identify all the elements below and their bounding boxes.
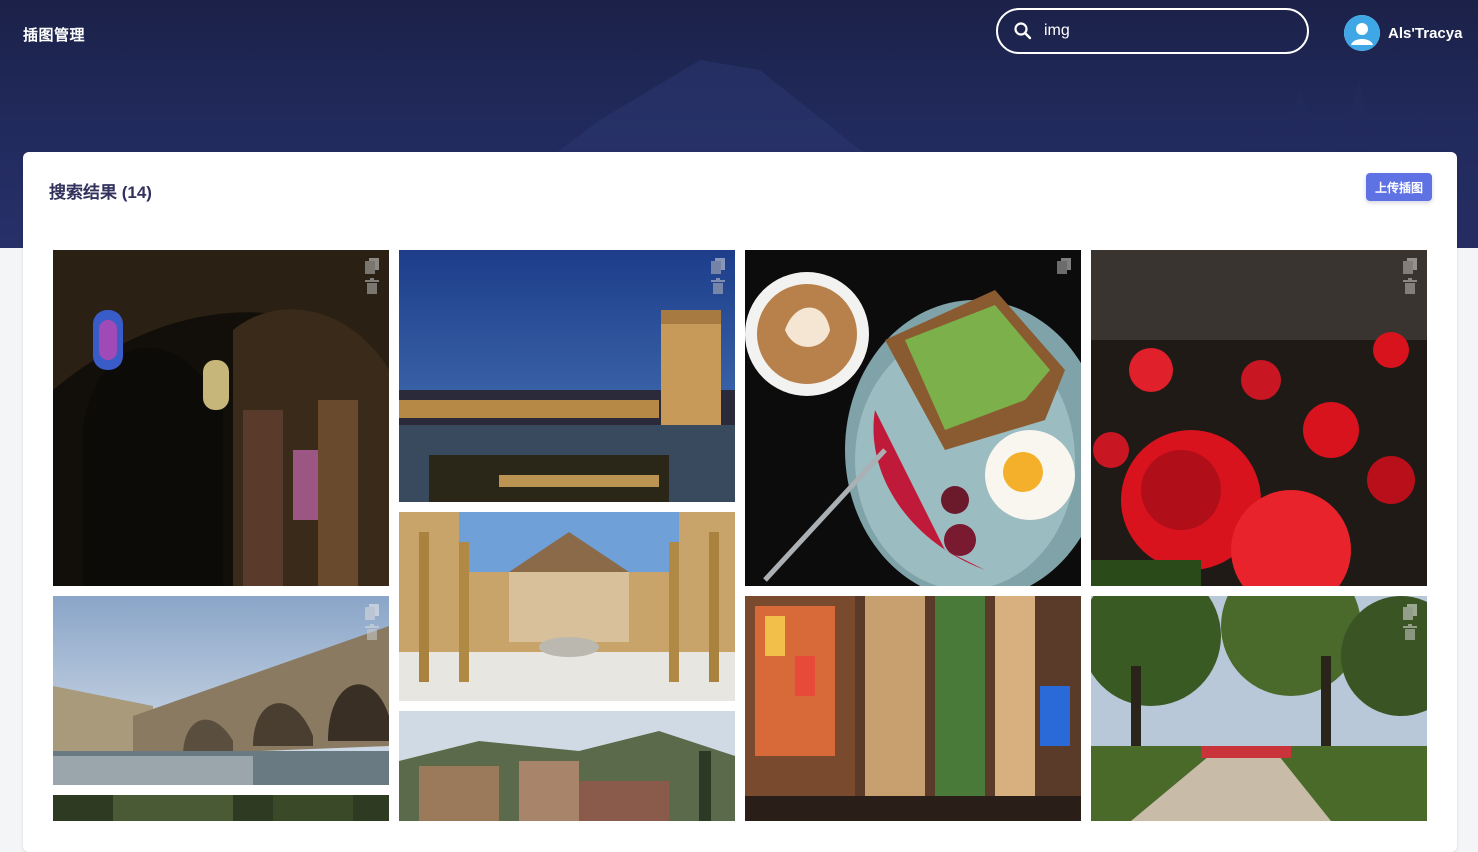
image-card[interactable] (1091, 250, 1427, 586)
olive-grove-image (53, 795, 389, 821)
alhambra-fortress-image (399, 711, 735, 821)
search-icon (1014, 22, 1032, 40)
image-actions (1403, 604, 1417, 640)
latte-and-toast-image (745, 250, 1081, 586)
garden-trees-image (1091, 596, 1427, 821)
image-card[interactable] (745, 250, 1081, 586)
results-title: 搜索结果 (14) (49, 183, 152, 202)
copy-icon[interactable] (711, 258, 725, 274)
app-title[interactable]: 插图管理 (23, 24, 85, 45)
image-card[interactable] (399, 512, 735, 701)
image-actions (711, 258, 725, 294)
user-name[interactable]: Als'Tracya (1388, 25, 1462, 42)
roman-bridge-image (53, 596, 389, 785)
image-card[interactable] (399, 711, 735, 821)
stained-glass-image (745, 596, 1081, 821)
trash-icon[interactable] (711, 278, 725, 294)
image-card[interactable] (1091, 596, 1427, 821)
copy-icon[interactable] (1403, 258, 1417, 274)
trash-icon[interactable] (1403, 278, 1417, 294)
image-card[interactable] (745, 596, 1081, 821)
trash-icon[interactable] (1403, 624, 1417, 640)
copy-icon[interactable] (365, 604, 379, 620)
image-card[interactable] (53, 596, 389, 785)
court-of-lions-image (399, 512, 735, 701)
user-menu[interactable]: Als'Tracya (1344, 14, 1462, 52)
image-actions (365, 604, 379, 640)
avatar[interactable] (1344, 15, 1380, 51)
upload-button[interactable]: 上传插图 (1365, 173, 1432, 201)
trash-icon[interactable] (365, 278, 379, 294)
search-box[interactable] (996, 8, 1309, 54)
copy-icon[interactable] (1057, 258, 1071, 274)
image-card[interactable] (399, 250, 735, 502)
image-actions (1057, 258, 1071, 274)
copy-icon[interactable] (1403, 604, 1417, 620)
search-input[interactable] (1042, 21, 1286, 41)
copy-icon[interactable] (365, 258, 379, 274)
red-flowers-image (1091, 250, 1427, 586)
mosque-interior-image (53, 250, 389, 586)
image-actions (1403, 258, 1417, 294)
image-actions (365, 258, 379, 294)
image-card[interactable] (53, 250, 389, 586)
trash-icon[interactable] (365, 624, 379, 640)
image-card[interactable] (53, 795, 389, 821)
user-avatar-icon (1344, 15, 1380, 51)
river-bridge-night-image (399, 250, 735, 502)
